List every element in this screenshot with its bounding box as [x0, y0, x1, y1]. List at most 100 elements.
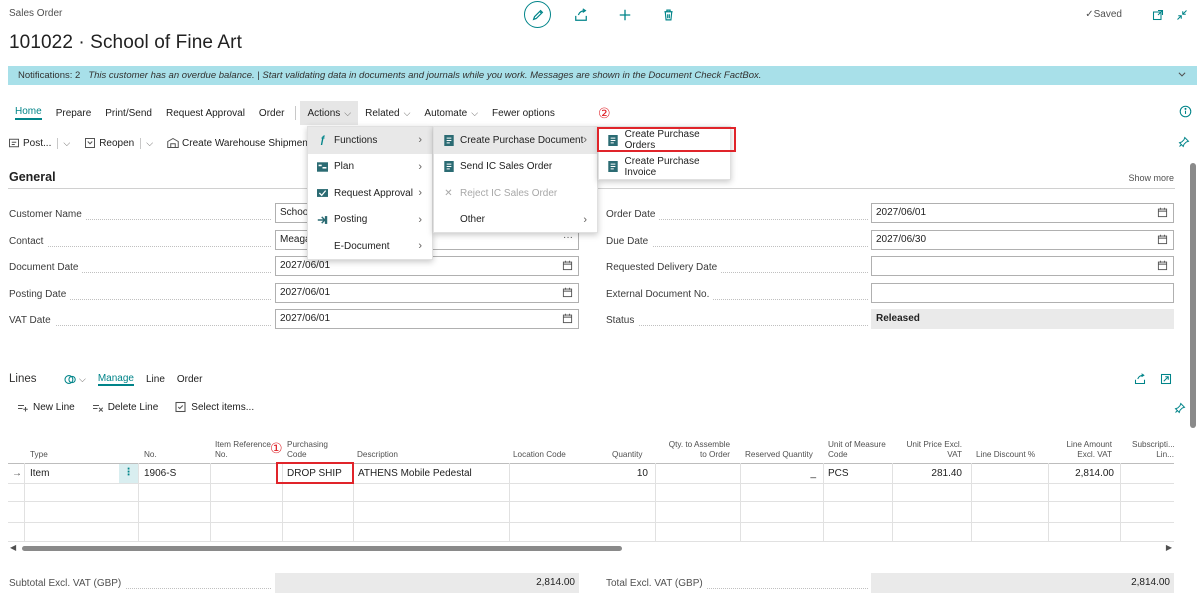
pin-icon[interactable] [1178, 136, 1190, 148]
tab-prepare[interactable]: Prepare [49, 101, 99, 125]
menu-item-posting[interactable]: Posting › [308, 207, 432, 234]
order-date-field[interactable]: 2027/06/01 [871, 203, 1174, 223]
col-line-amount[interactable]: Line Amount Excl. VAT [1056, 440, 1112, 460]
vat-date-label: VAT Date [9, 315, 55, 326]
menu-item-send-ic-sales-order[interactable]: Send IC Sales Order [434, 154, 597, 181]
menu-item-request-approval[interactable]: Request Approval › [308, 180, 432, 207]
col-type[interactable]: Type [30, 450, 48, 460]
col-line-discount[interactable]: Line Discount % [976, 450, 1035, 460]
more-options-icon[interactable]: ··· [563, 232, 573, 243]
tab-request-approval[interactable]: Request Approval [159, 101, 252, 125]
calendar-icon[interactable] [1157, 260, 1168, 271]
menu-item-e-document[interactable]: E-Document › [308, 233, 432, 260]
menu-item-functions[interactable]: ƒ Functions › [308, 127, 432, 154]
tab-order[interactable]: Order [177, 374, 203, 385]
delete-line-button[interactable]: Delete Line [91, 401, 158, 413]
tab-automate[interactable]: Automate ⌵ [417, 101, 485, 125]
row-actions-menu[interactable]: ⋮ [119, 464, 138, 483]
col-reserved-quantity[interactable]: Reserved Quantity [745, 450, 813, 460]
post-button[interactable]: Post... ⌵ [8, 137, 76, 149]
horizontal-scrollbar[interactable]: ◀ ▶ [8, 543, 1174, 552]
col-quantity[interactable]: Quantity [612, 450, 643, 460]
col-purchasing-code[interactable]: Purchasing Code [287, 440, 335, 460]
col-description[interactable]: Description [357, 450, 398, 460]
vertical-scrollbar[interactable] [1190, 163, 1196, 428]
edit-button[interactable] [524, 1, 551, 28]
col-subscription-lines[interactable]: Subscripti... Lin... [1132, 440, 1174, 460]
cell-type[interactable]: Item [30, 468, 49, 479]
show-more-link[interactable]: Show more [1128, 173, 1174, 183]
new-button[interactable] [612, 4, 638, 26]
menu-item-reject-ic-sales-order: ✕ Reject IC Sales Order [434, 180, 597, 207]
info-icon[interactable] [1179, 105, 1192, 118]
reopen-button[interactable]: Reopen ⌵ [84, 137, 159, 149]
col-qty-to-assemble[interactable]: Qty. to Assemble to Order [660, 440, 730, 460]
col-no[interactable]: No. [144, 450, 157, 460]
posting-icon [316, 215, 329, 225]
scroll-thumb[interactable] [22, 546, 622, 551]
general-section-title[interactable]: General [9, 170, 56, 184]
notification-bar[interactable]: Notifications: 2 This customer has an ov… [8, 66, 1197, 85]
tab-manage[interactable]: Manage [97, 373, 134, 386]
share-button[interactable] [568, 4, 594, 26]
new-line-button[interactable]: New Line [16, 401, 75, 413]
calendar-icon[interactable] [562, 313, 573, 324]
vat-date-field[interactable]: 2027/06/01 [275, 309, 579, 329]
check-icon: ✓ [1085, 9, 1094, 20]
open-new-window-button[interactable] [1150, 7, 1166, 23]
col-location-code[interactable]: Location Code [513, 450, 566, 460]
cell-quantity[interactable]: 10 [608, 468, 648, 479]
col-unit-of-measure-code[interactable]: Unit of Measure Code [828, 440, 888, 460]
customer-name-field[interactable]: School [275, 203, 311, 223]
cell-reserved-quantity[interactable]: _ [798, 468, 816, 479]
total-label: Total Excl. VAT (GBP) [606, 578, 707, 589]
tab-related[interactable]: Related ⌵ [358, 101, 417, 125]
tab-order[interactable]: Order [252, 101, 292, 125]
lines-view-options-icon[interactable]: ⌵ [64, 374, 86, 385]
delete-button[interactable] [655, 4, 681, 26]
calendar-icon[interactable] [562, 260, 573, 271]
tab-print-send[interactable]: Print/Send [98, 101, 159, 125]
document-icon [607, 161, 620, 173]
pin-icon[interactable] [1174, 402, 1186, 414]
select-items-button[interactable]: Select items... [174, 401, 254, 413]
collapse-icon [1177, 10, 1187, 20]
col-unit-price[interactable]: Unit Price Excl. VAT [896, 440, 962, 460]
posting-date-field[interactable]: 2027/06/01 [275, 283, 579, 303]
calendar-icon[interactable] [1157, 234, 1168, 245]
menu-item-create-purchase-document[interactable]: Create Purchase Document › [434, 127, 597, 154]
cell-no[interactable]: 1906-S [144, 468, 176, 479]
tab-line[interactable]: Line [146, 374, 165, 385]
chevron-right-icon: › [418, 134, 422, 147]
actions-menu: ƒ Functions › Plan › Request Approval › Pos… [307, 126, 433, 260]
tab-actions[interactable]: Actions ⌵ [300, 101, 359, 125]
create-warehouse-shipment-button[interactable]: Create Warehouse Shipment [167, 137, 317, 149]
external-document-no-field[interactable] [871, 283, 1174, 303]
cell-line-amount[interactable]: 2,814.00 [1048, 468, 1114, 479]
post-icon [9, 138, 19, 148]
cell-description[interactable]: ATHENS Mobile Pedestal [358, 468, 472, 479]
subtotal-field: 2,814.00 [275, 573, 579, 593]
chevron-right-icon: › [583, 213, 587, 226]
chevron-right-icon: › [583, 134, 587, 147]
open-new-window-icon [1152, 9, 1164, 21]
menu-item-create-purchase-invoice[interactable]: Create Purchase Invoice [599, 154, 730, 181]
due-date-field[interactable]: 2027/06/30 [871, 230, 1174, 250]
calendar-icon[interactable] [1157, 207, 1168, 218]
lines-section-title[interactable]: Lines [9, 373, 37, 385]
expand-icon[interactable] [1160, 373, 1172, 385]
cell-uom[interactable]: PCS [828, 468, 849, 479]
share-icon[interactable] [1134, 373, 1146, 385]
chevron-down-icon[interactable] [1177, 69, 1187, 79]
page-kind-label: Sales Order [9, 8, 63, 19]
menu-item-plan[interactable]: Plan › [308, 154, 432, 181]
collapse-button[interactable] [1174, 7, 1190, 23]
requested-delivery-date-field[interactable] [871, 256, 1174, 276]
chevron-right-icon: › [418, 213, 422, 226]
tab-home[interactable]: Home [8, 101, 49, 125]
menu-item-other[interactable]: Other › [434, 207, 597, 234]
calendar-icon[interactable] [562, 287, 573, 298]
cell-unit-price[interactable]: 281.40 [908, 468, 962, 479]
fewer-options-button[interactable]: Fewer options [485, 101, 562, 125]
notification-count[interactable]: Notifications: 2 [18, 70, 80, 81]
